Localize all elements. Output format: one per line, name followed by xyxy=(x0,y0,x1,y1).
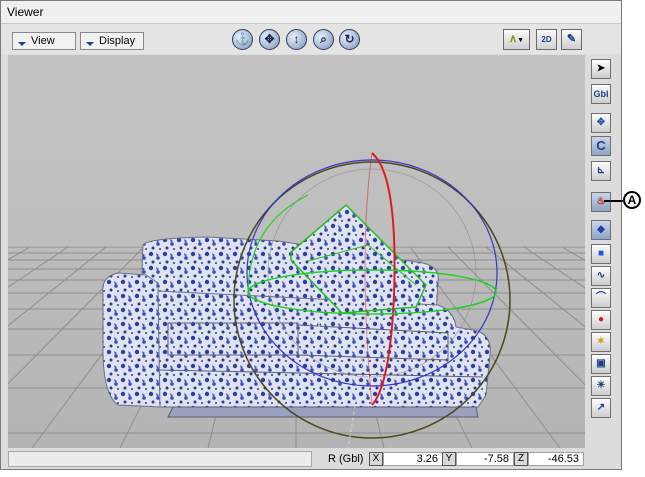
translate-tool-button[interactable]: ✥ xyxy=(591,113,611,133)
scene-canvas[interactable] xyxy=(8,55,585,448)
rotate-icon: C xyxy=(596,138,606,153)
viewport-3d[interactable] xyxy=(8,55,585,448)
camera-icon: ▣ xyxy=(596,358,606,369)
sun-light-button[interactable]: ☀ xyxy=(591,376,611,396)
display-menu-button[interactable]: Display xyxy=(80,32,144,50)
object-select-button[interactable]: ◆ xyxy=(591,220,611,240)
translate-icon: ✥ xyxy=(596,117,606,128)
pan-icon[interactable]: ✥ xyxy=(259,29,280,50)
scale-icon: ⊾ xyxy=(596,165,606,176)
curve-icon: ∧ xyxy=(509,33,518,45)
rotate-tool-button[interactable]: C xyxy=(591,136,611,156)
zoom-icon[interactable]: ⌕ xyxy=(313,29,334,50)
status-message-field xyxy=(8,451,312,467)
dolly-icon[interactable]: ↕ xyxy=(286,29,307,50)
z-value-field[interactable]: -46.53 xyxy=(528,452,584,466)
select-arrow-icon: ➤ xyxy=(596,63,606,74)
y-value-field[interactable]: -7.58 xyxy=(456,452,514,466)
title-bar: Viewer xyxy=(1,1,621,24)
cube-tool-button[interactable]: ■ xyxy=(591,244,611,264)
callout-badge: A xyxy=(623,191,641,209)
star-light-button[interactable]: ✶ xyxy=(591,332,611,352)
viewer-window: Viewer View Display ⚓ ✥ ↕ ⌕ ↻ ∧▼ 2D ✎ ➤ … xyxy=(0,0,622,470)
view-menu-button[interactable]: View xyxy=(12,32,76,50)
horizon-fade xyxy=(8,55,585,247)
viewer-toolbar: View Display ⚓ ✥ ↕ ⌕ ↻ ∧▼ 2D ✎ xyxy=(1,24,621,54)
rotate-manipulator-button[interactable]: ♨ xyxy=(591,192,611,212)
view-menu-label: View xyxy=(31,35,55,47)
global-icon: Gbl xyxy=(593,89,609,99)
x-value-field[interactable]: 3.26 xyxy=(383,452,443,466)
dropdown-arrow-icon xyxy=(18,42,26,46)
star-light-icon: ✶ xyxy=(596,336,606,347)
dropdown-arrow-icon xyxy=(86,42,94,46)
orbit-icon[interactable]: ↻ xyxy=(339,29,360,50)
light-sphere-icon: ● xyxy=(597,314,605,325)
light-sphere-button[interactable]: ● xyxy=(591,310,611,330)
select-tool-button[interactable]: ➤ xyxy=(591,59,611,79)
edit-camera-icon: ✎ xyxy=(566,33,577,45)
scale-tool-button[interactable]: ⊾ xyxy=(591,161,611,181)
display-menu-label: Display xyxy=(99,35,136,47)
hook-icon: ↗ xyxy=(596,402,606,413)
curve-points-icon: ∿ xyxy=(596,270,606,281)
transform-mode-label: R (Gbl) xyxy=(328,453,364,465)
y-axis-button[interactable]: Y xyxy=(442,452,456,466)
sun-light-icon: ☀ xyxy=(596,380,606,391)
tool-palette: ➤ Gbl ✥ C ⊾ ♨ ◆ ■ ∿ ⌒ ● ✶ ▣ ☀ ↗ xyxy=(585,55,621,448)
cube-icon: ■ xyxy=(597,248,605,259)
x-axis-button[interactable]: X xyxy=(369,452,383,466)
chevron-down-icon: ▼ xyxy=(517,37,524,44)
callout-leader-line xyxy=(604,200,623,202)
global-mode-button[interactable]: Gbl xyxy=(591,84,611,104)
z-axis-button[interactable]: Z xyxy=(514,452,528,466)
curve-dropdown-button[interactable]: ∧▼ xyxy=(503,29,530,50)
zoom-2d-icon: 2D xyxy=(541,35,552,44)
status-bar: R (Gbl) X 3.26 Y -7.58 Z -46.53 xyxy=(8,451,585,468)
window-title: Viewer xyxy=(7,5,44,19)
edit-camera-button[interactable]: ✎ xyxy=(561,29,582,50)
camera-tool-button[interactable]: ▣ xyxy=(591,354,611,374)
zoom-2d-button[interactable]: 2D xyxy=(536,29,557,50)
hook-tool-button[interactable]: ↗ xyxy=(591,398,611,418)
anchor-icon[interactable]: ⚓ xyxy=(232,29,253,50)
object-select-icon: ◆ xyxy=(597,224,605,235)
path-icon: ⌒ xyxy=(596,292,606,303)
path-tool-button[interactable]: ⌒ xyxy=(591,288,611,308)
curve-points-button[interactable]: ∿ xyxy=(591,266,611,286)
